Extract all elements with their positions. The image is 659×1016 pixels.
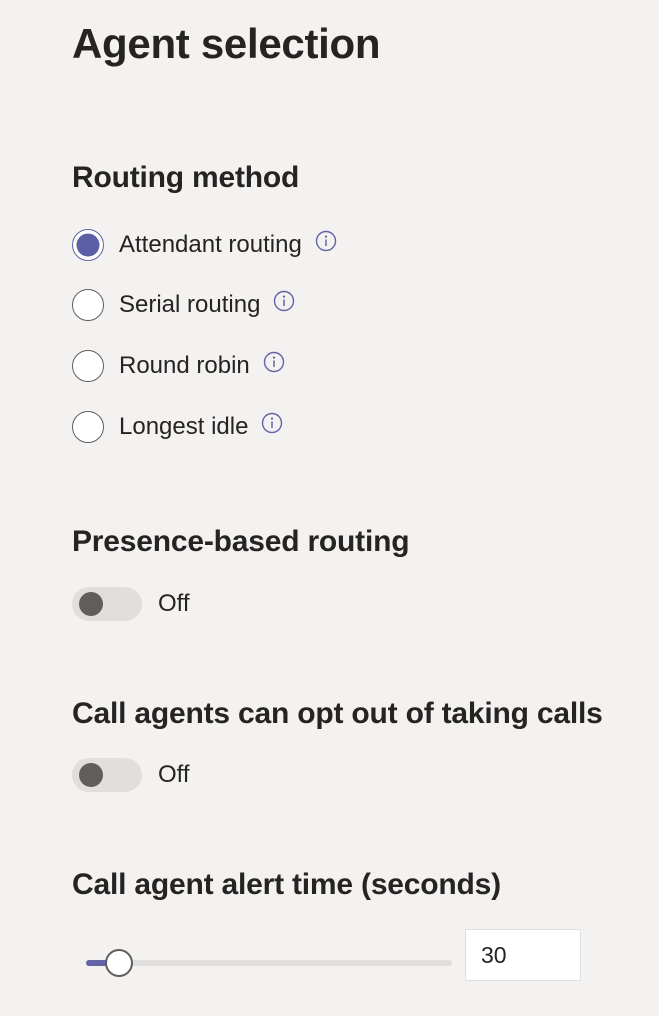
radio-button-attendant-routing[interactable] [72,229,104,261]
presence-based-routing-state: Off [158,590,190,617]
info-icon[interactable] [273,290,295,312]
alert-time-input[interactable] [465,929,581,981]
info-icon[interactable] [261,412,283,434]
opt-out-toggle-row: Off [72,758,190,792]
radio-option-serial-routing[interactable]: Serial routing [72,289,295,321]
radio-label-attendant-routing: Attendant routing [119,231,302,258]
radio-label-serial-routing: Serial routing [119,291,261,318]
radio-button-round-robin[interactable] [72,350,104,382]
radio-option-attendant-routing[interactable]: Attendant routing [72,229,337,261]
presence-based-routing-heading: Presence-based routing [72,525,410,558]
radio-button-longest-idle[interactable] [72,411,104,443]
presence-based-routing-toggle-row: Off [72,587,190,621]
toggle-knob [79,592,103,616]
alert-time-heading: Call agent alert time (seconds) [72,868,501,901]
opt-out-heading: Call agents can opt out of taking calls [72,697,603,730]
agent-selection-panel: Agent selection Routing method Attendant… [0,0,659,1016]
alert-time-slider[interactable] [86,946,452,980]
toggle-knob [79,763,103,787]
opt-out-toggle[interactable] [72,758,142,792]
radio-option-round-robin[interactable]: Round robin [72,350,285,382]
radio-label-round-robin: Round robin [119,352,250,379]
presence-based-routing-toggle[interactable] [72,587,142,621]
info-icon[interactable] [315,230,337,252]
routing-method-heading: Routing method [72,161,300,194]
slider-track[interactable] [86,960,452,966]
opt-out-state: Off [158,761,190,788]
radio-option-longest-idle[interactable]: Longest idle [72,411,283,443]
page-title: Agent selection [72,20,381,67]
slider-thumb[interactable] [104,949,133,977]
radio-label-longest-idle: Longest idle [119,413,249,440]
radio-button-serial-routing[interactable] [72,289,104,321]
info-icon[interactable] [263,351,285,373]
